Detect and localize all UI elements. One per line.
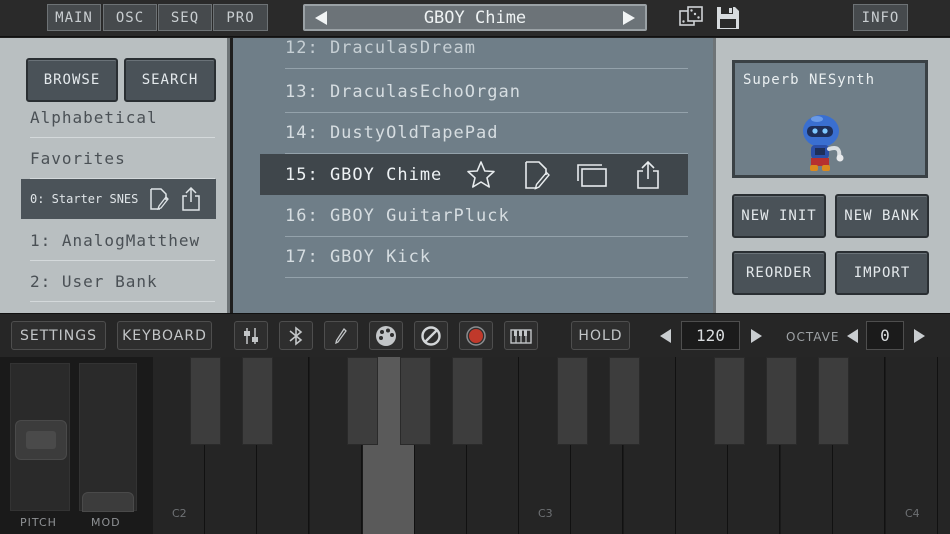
- mod-wheel[interactable]: [79, 363, 137, 512]
- preset-row[interactable]: 14: DustyOldTapePad: [285, 113, 688, 154]
- note-label-c4: C4: [905, 507, 920, 520]
- next-preset-icon[interactable]: [623, 11, 635, 25]
- black-key[interactable]: [190, 357, 221, 445]
- octave-down-icon[interactable]: [847, 329, 858, 343]
- keyboard-icon: [510, 328, 532, 344]
- preset-row-label: 12: DraculasDream: [285, 38, 476, 58]
- black-key[interactable]: [818, 357, 849, 445]
- pitch-wheel[interactable]: [10, 363, 70, 511]
- piano-keyboard: C2 C3 C4: [153, 357, 950, 534]
- octave-value[interactable]: 0: [866, 321, 904, 350]
- save-floppy-icon[interactable]: [716, 6, 740, 30]
- note-label-c3: C3: [538, 507, 553, 520]
- settings-button[interactable]: SETTINGS: [11, 321, 106, 350]
- favorite-star-icon[interactable]: [466, 160, 496, 190]
- reorder-button[interactable]: REORDER: [732, 251, 826, 295]
- black-key[interactable]: [452, 357, 483, 445]
- info-button[interactable]: INFO: [853, 4, 908, 31]
- record-icon: [466, 325, 486, 346]
- preset-row[interactable]: 13: DraculasEchoOrgan: [285, 72, 688, 113]
- mod-wheel-handle[interactable]: [82, 492, 134, 512]
- mixer-sliders-icon: [244, 327, 258, 344]
- new-init-button[interactable]: NEW INIT: [732, 194, 826, 238]
- performance-toolbar: SETTINGS KEYBOARD HOLD 120 OCTAVE 0: [0, 313, 950, 357]
- preset-row-label: 14: DustyOldTapePad: [285, 123, 499, 143]
- octave-up-icon[interactable]: [914, 329, 925, 343]
- pen-icon: [335, 327, 347, 344]
- black-key[interactable]: [347, 357, 378, 445]
- panic-button[interactable]: [414, 321, 448, 350]
- tempo-up-icon[interactable]: [751, 329, 762, 343]
- preset-row-label: 15: GBOY Chime: [285, 164, 443, 185]
- import-button[interactable]: IMPORT: [835, 251, 929, 295]
- keyboard-layout-button[interactable]: [504, 321, 538, 350]
- bluetooth-icon: [289, 325, 303, 346]
- bank-browser-panel: BROWSE SEARCH Alphabetical Favorites 0: …: [0, 38, 230, 313]
- bank-row-label: Alphabetical: [30, 108, 158, 127]
- top-bar: MAIN OSC SEQ PRO GBOY Chime INFO: [0, 0, 950, 37]
- preset-row[interactable]: 17: GBOY Kick: [285, 237, 688, 278]
- pen-button[interactable]: [324, 321, 358, 350]
- pitch-wheel-handle[interactable]: [15, 420, 67, 460]
- bank-row-user-bank[interactable]: 2: User Bank: [30, 262, 215, 302]
- mod-wheel-label: MOD: [91, 516, 121, 529]
- preset-info-panel: Superb NESynth NEW INIT NEW BANK REORDER…: [713, 38, 950, 313]
- bank-row-alphabetical[interactable]: Alphabetical: [30, 98, 215, 138]
- preset-row[interactable]: 16: GBOY GuitarPluck: [285, 196, 688, 237]
- preset-name[interactable]: GBOY Chime: [424, 8, 526, 28]
- tab-seq[interactable]: SEQ: [158, 4, 212, 31]
- white-key[interactable]: [938, 357, 950, 534]
- previous-preset-icon[interactable]: [315, 11, 327, 25]
- randomize-dice-icon[interactable]: [679, 6, 703, 30]
- black-key[interactable]: [242, 357, 273, 445]
- duplicate-icon[interactable]: [576, 160, 608, 190]
- mixer-button[interactable]: [234, 321, 268, 350]
- keyboard-button[interactable]: KEYBOARD: [117, 321, 212, 350]
- preset-row-label: 17: GBOY Kick: [285, 247, 432, 267]
- tab-pro[interactable]: PRO: [213, 4, 268, 31]
- black-key[interactable]: [400, 357, 431, 445]
- palette-button[interactable]: [369, 321, 403, 350]
- edit-document-icon[interactable]: [149, 188, 169, 210]
- synth-display: Superb NESynth: [732, 60, 928, 178]
- share-icon[interactable]: [636, 160, 660, 190]
- preset-row-selected[interactable]: 15: GBOY Chime: [260, 154, 688, 195]
- preset-row-label: 13: DraculasEchoOrgan: [285, 82, 521, 102]
- share-icon[interactable]: [181, 187, 201, 211]
- bank-row-label: 2: User Bank: [30, 272, 158, 291]
- bank-row-favorites[interactable]: Favorites: [30, 139, 215, 179]
- preset-selector: GBOY Chime: [303, 4, 647, 31]
- preset-row[interactable]: 12: DraculasDream: [285, 38, 688, 69]
- new-bank-button[interactable]: NEW BANK: [835, 194, 929, 238]
- tab-osc[interactable]: OSC: [103, 4, 157, 31]
- palette-icon: [376, 325, 396, 346]
- search-button[interactable]: SEARCH: [124, 58, 216, 102]
- bank-row-label: Favorites: [30, 149, 126, 168]
- preset-row-label: 16: GBOY GuitarPluck: [285, 206, 510, 226]
- black-key[interactable]: [557, 357, 588, 445]
- tempo-value[interactable]: 120: [681, 321, 740, 350]
- bank-row-selected[interactable]: 0: Starter SNES: [21, 179, 216, 219]
- hold-button[interactable]: HOLD: [571, 321, 630, 350]
- note-label-c2: C2: [172, 507, 187, 520]
- prohibited-icon: [421, 325, 441, 346]
- synth-display-title: Superb NESynth: [743, 72, 876, 88]
- preset-list: 12: DraculasDream 13: DraculasEchoOrgan …: [233, 38, 713, 313]
- tab-main[interactable]: MAIN: [47, 4, 101, 31]
- record-button[interactable]: [459, 321, 493, 350]
- octave-label: OCTAVE: [786, 330, 840, 344]
- bank-row-label: 0: Starter SNES: [30, 192, 139, 206]
- black-key[interactable]: [714, 357, 745, 445]
- edit-document-icon[interactable]: [523, 160, 551, 190]
- bank-row-label: 1: AnalogMatthew: [30, 231, 201, 250]
- browse-button[interactable]: BROWSE: [26, 58, 118, 102]
- pitch-wheel-label: PITCH: [20, 516, 57, 529]
- robot-mascot-icon: [803, 115, 844, 171]
- black-key[interactable]: [766, 357, 797, 445]
- bluetooth-button[interactable]: [279, 321, 313, 350]
- keyboard-area: PITCH MOD C2 C3 C4: [0, 357, 950, 534]
- bank-row-analogmatthew[interactable]: 1: AnalogMatthew: [30, 221, 215, 261]
- black-key[interactable]: [609, 357, 640, 445]
- tempo-down-icon[interactable]: [660, 329, 671, 343]
